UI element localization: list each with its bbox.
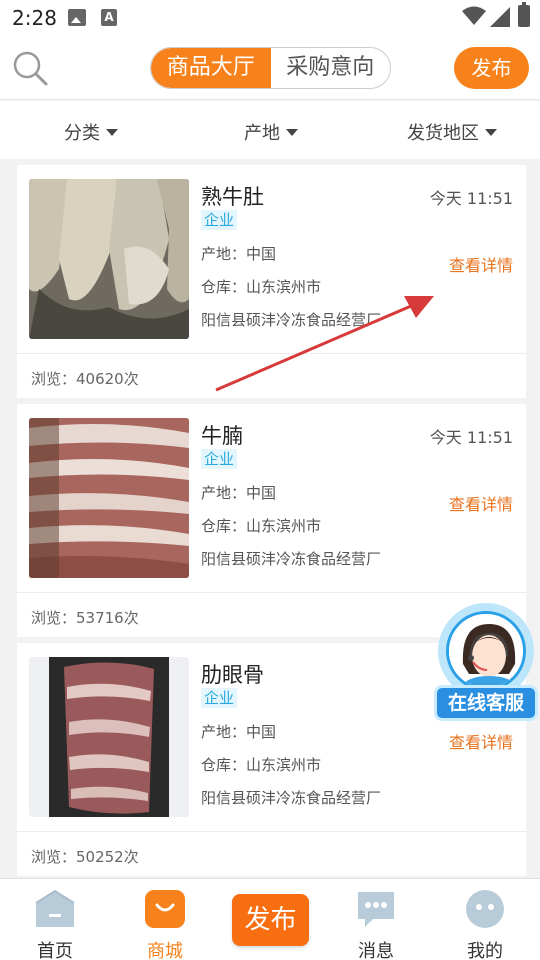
filter-origin[interactable]: 产地 <box>244 119 298 145</box>
product-title: 牛腩 <box>201 424 243 448</box>
tab-profile-label: 我的 <box>467 941 503 960</box>
product-card[interactable]: 熟牛肚 企业 今天 11:51 产地：中国 查看详情 仓库：山东滨州市 阳信县硕… <box>17 165 526 398</box>
mall-icon <box>145 890 185 928</box>
product-title: 熟牛肚 <box>201 185 264 209</box>
product-origin: 产地：中国 <box>201 484 277 502</box>
view-count: 浏览：40620次 <box>31 370 139 388</box>
product-title: 肋眼骨 <box>201 663 264 687</box>
top-header: 商品大厅 采购意向 发布 <box>0 36 540 100</box>
product-company: 阳信县硕沣冷冻食品经营厂 <box>201 789 382 807</box>
tab-product-hall[interactable]: 商品大厅 <box>151 48 271 88</box>
publish-center-button[interactable]: 发布 <box>232 894 309 946</box>
enterprise-badge: 企业 <box>201 688 238 708</box>
profile-icon <box>466 890 504 928</box>
view-detail-link[interactable]: 查看详情 <box>449 252 513 276</box>
product-company: 阳信县硕沣冷冻食品经营厂 <box>201 550 382 568</box>
search-icon[interactable] <box>10 48 50 88</box>
product-company: 阳信县硕沣冷冻食品经营厂 <box>201 311 382 329</box>
online-customer-service[interactable]: 在线客服 <box>434 603 540 723</box>
image-notification-icon <box>68 9 86 26</box>
filter-category-label: 分类 <box>64 123 100 144</box>
product-image-tripe <box>29 179 189 339</box>
signal-icon <box>490 7 510 27</box>
product-image-brisket <box>29 418 189 578</box>
battery-icon <box>518 2 530 27</box>
tab-home[interactable]: 首页 <box>15 889 95 960</box>
customer-service-label: 在线客服 <box>434 685 538 721</box>
caret-down-icon <box>286 129 298 136</box>
market-segment-control: 商品大厅 采购意向 <box>150 47 391 89</box>
card-divider <box>17 353 526 354</box>
view-count: 浏览：53716次 <box>31 609 139 627</box>
card-divider <box>17 592 526 593</box>
message-icon <box>358 892 394 927</box>
filter-ship-region-label: 发货地区 <box>407 123 479 144</box>
filter-origin-label: 产地 <box>244 123 280 144</box>
product-warehouse: 仓库：山东滨州市 <box>201 517 322 535</box>
view-detail-link[interactable]: 查看详情 <box>449 729 513 753</box>
product-origin: 产地：中国 <box>201 723 277 741</box>
product-warehouse: 仓库：山东滨州市 <box>201 278 322 296</box>
a-notification-icon: A <box>101 9 117 26</box>
app-screen: 2:28 A 商品大厅 采购意向 发布 分类 产地 发货地区 熟牛肚 企业 今天… <box>0 0 540 960</box>
filter-category[interactable]: 分类 <box>64 119 118 145</box>
tab-mall[interactable]: 商城 <box>125 889 205 960</box>
post-time: 今天 11:51 <box>429 428 513 447</box>
tab-mall-label: 商城 <box>147 941 183 960</box>
view-count: 浏览：50252次 <box>31 848 139 866</box>
product-origin: 产地：中国 <box>201 245 277 263</box>
product-image-rib-bone <box>29 657 189 817</box>
view-detail-link[interactable]: 查看详情 <box>449 491 513 515</box>
caret-down-icon <box>106 129 118 136</box>
enterprise-badge: 企业 <box>201 449 238 469</box>
tab-home-label: 首页 <box>37 941 73 960</box>
home-icon <box>35 889 75 927</box>
tab-messages[interactable]: 消息 <box>336 889 416 960</box>
wifi-icon <box>462 6 486 25</box>
filter-bar: 分类 产地 发货地区 <box>0 101 540 159</box>
post-time: 今天 11:51 <box>429 189 513 208</box>
tab-purchase-intent[interactable]: 采购意向 <box>271 48 391 88</box>
product-warehouse: 仓库：山东滨州市 <box>201 756 322 774</box>
publish-button[interactable]: 发布 <box>454 47 529 89</box>
enterprise-badge: 企业 <box>201 210 238 230</box>
status-bar: 2:28 A <box>0 0 540 36</box>
bottom-tab-bar: 首页 商城 发布 消息 我的 <box>0 878 540 960</box>
status-time: 2:28 <box>12 6 57 30</box>
tab-profile[interactable]: 我的 <box>445 889 525 960</box>
filter-ship-region[interactable]: 发货地区 <box>407 119 497 145</box>
card-divider <box>17 831 526 832</box>
tab-messages-label: 消息 <box>358 941 394 960</box>
caret-down-icon <box>485 129 497 136</box>
agent-avatar-icon <box>446 611 526 691</box>
